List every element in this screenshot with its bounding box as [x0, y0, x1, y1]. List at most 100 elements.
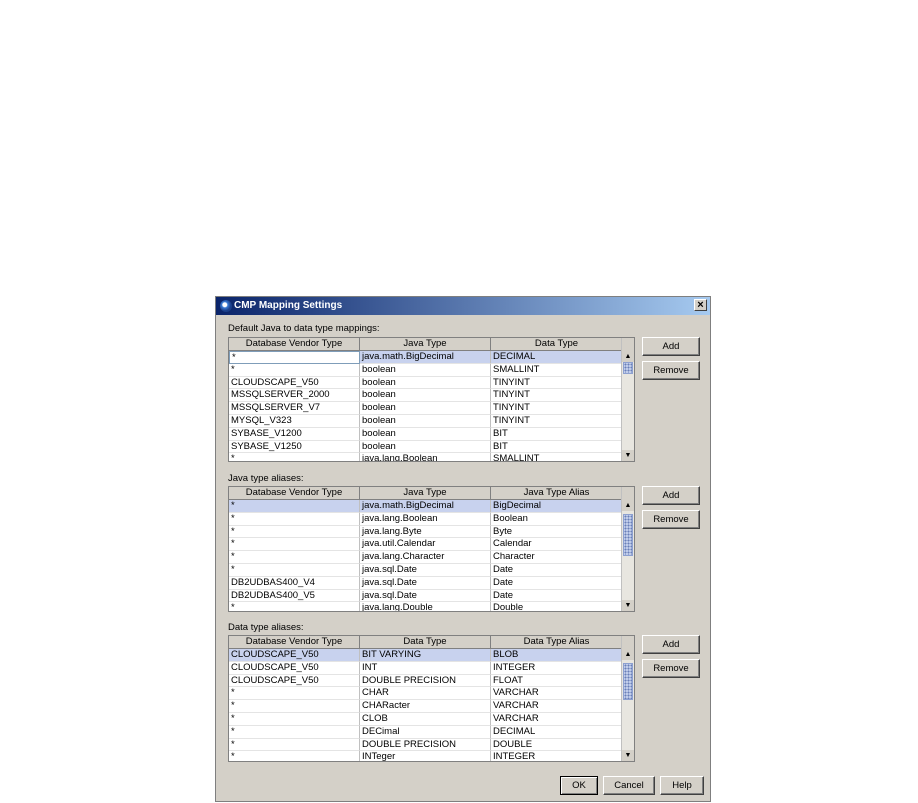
table-row[interactable]: MSSQLSERVER_2000 boolean TINYINT — [229, 389, 634, 403]
table-cell[interactable]: * — [229, 363, 360, 377]
table-row[interactable]: * java.lang.Double Double — [229, 602, 634, 611]
table-cell[interactable]: * — [229, 500, 360, 513]
table-row[interactable]: * java.util.Calendar Calendar — [229, 538, 634, 552]
table-cell[interactable]: DOUBLE — [491, 738, 623, 752]
table-row[interactable]: * CLOB VARCHAR — [229, 712, 634, 726]
table-row[interactable]: CLOUDSCAPE_V50 DOUBLE PRECISION FLOAT — [229, 674, 634, 688]
table-cell[interactable]: * — [229, 551, 360, 564]
column-header[interactable]: Database Vendor Type — [229, 487, 360, 499]
add-button[interactable]: Add — [642, 635, 700, 654]
table-cell[interactable]: * — [229, 602, 360, 611]
column-header[interactable]: Database Vendor Type — [229, 636, 360, 648]
table-row[interactable]: CLOUDSCAPE_V50 INT INTEGER — [229, 661, 634, 675]
column-header[interactable]: Data Type — [360, 636, 491, 648]
table-row[interactable]: DB2UDBAS400_V5 java.sql.Date Date — [229, 589, 634, 603]
table-cell[interactable]: DOUBLE PRECISION — [360, 674, 491, 688]
table-cell[interactable]: VARCHAR — [491, 700, 623, 713]
table-cell[interactable]: Calendar — [491, 538, 623, 552]
scroll-thumb[interactable] — [623, 663, 633, 700]
ok-button[interactable]: OK — [560, 776, 598, 795]
table-row[interactable]: * java.math.BigDecimal BigDecimal — [229, 500, 634, 513]
table-cell[interactable]: java.sql.Date — [360, 563, 491, 577]
table-cell[interactable]: java.util.Calendar — [360, 538, 491, 552]
table-cell[interactable]: CLOUDSCAPE_V50 — [229, 661, 360, 675]
table-cell[interactable]: * — [229, 712, 360, 726]
table-row[interactable]: CLOUDSCAPE_V50 BIT VARYING BLOB — [229, 649, 634, 662]
table-cell[interactable]: DECIMAL — [491, 725, 623, 739]
table-cell[interactable]: DOUBLE PRECISION — [360, 738, 491, 752]
table-cell[interactable]: java.lang.Boolean — [360, 512, 491, 526]
remove-button[interactable]: Remove — [642, 361, 700, 380]
table-cell[interactable]: MYSQL_V323 — [229, 414, 360, 428]
table-cell[interactable]: SYBASE_V1250 — [229, 440, 360, 454]
table-row[interactable]: DB2UDBAS400_V4 java.sql.Date Date — [229, 576, 634, 590]
table-cell[interactable]: Date — [491, 589, 623, 603]
scroll-up-icon[interactable]: ▲ — [622, 351, 634, 362]
table-cell[interactable]: VARCHAR — [491, 712, 623, 726]
table-cell[interactable]: * — [229, 687, 360, 701]
table-cell[interactable]: Date — [491, 576, 623, 590]
table-cell[interactable]: BLOB — [491, 649, 623, 662]
table-cell[interactable]: SMALLINT — [491, 363, 623, 377]
table-cell[interactable]: CHAR — [360, 687, 491, 701]
table-cell[interactable]: java.math.BigDecimal — [360, 500, 491, 513]
table-row[interactable]: * DECimal DECIMAL — [229, 725, 634, 739]
table-cell[interactable]: CLOUDSCAPE_V50 — [229, 376, 360, 390]
table-cell[interactable]: INT — [360, 661, 491, 675]
table-row[interactable]: * java.math.BigDecimal DECIMAL — [229, 351, 634, 364]
table-cell[interactable]: java.sql.Date — [360, 576, 491, 590]
scroll-thumb[interactable] — [623, 362, 633, 374]
table-cell[interactable]: boolean — [360, 389, 491, 403]
scroll-thumb[interactable] — [623, 514, 633, 556]
table-row[interactable]: * java.lang.Byte Byte — [229, 525, 634, 539]
table-cell[interactable]: java.lang.Boolean — [360, 453, 491, 461]
table-cell[interactable]: TINYINT — [491, 389, 623, 403]
table-cell[interactable]: java.math.BigDecimal — [360, 351, 491, 364]
table-cell[interactable]: CLOUDSCAPE_V50 — [229, 674, 360, 688]
table-cell[interactable]: java.lang.Double — [360, 602, 491, 611]
table-cell[interactable]: * — [229, 700, 360, 713]
vertical-scrollbar[interactable]: ▲ ▼ — [621, 636, 634, 761]
table-cell[interactable]: * — [229, 563, 360, 577]
column-header[interactable]: Java Type — [360, 338, 491, 350]
table-cell[interactable]: BIT — [491, 427, 623, 441]
table-row[interactable]: * CHARacter VARCHAR — [229, 700, 634, 713]
table-row[interactable]: * boolean SMALLINT — [229, 363, 634, 377]
table-row[interactable]: MYSQL_V323 boolean TINYINT — [229, 414, 634, 428]
scroll-down-icon[interactable]: ▼ — [622, 750, 634, 761]
add-button[interactable]: Add — [642, 337, 700, 356]
vertical-scrollbar[interactable]: ▲ ▼ — [621, 487, 634, 611]
vertical-scrollbar[interactable]: ▲ ▼ — [621, 338, 634, 461]
column-header[interactable]: Database Vendor Type — [229, 338, 360, 350]
table-cell[interactable]: * — [229, 525, 360, 539]
table-cell[interactable]: TINYINT — [491, 376, 623, 390]
remove-button[interactable]: Remove — [642, 510, 700, 529]
table-cell[interactable]: BigDecimal — [491, 500, 623, 513]
table-cell[interactable]: Date — [491, 563, 623, 577]
table-cell[interactable]: DECIMAL — [491, 351, 623, 364]
table-cell[interactable]: BIT — [491, 440, 623, 454]
table-row[interactable]: * CHAR VARCHAR — [229, 687, 634, 701]
table-row[interactable]: MSSQLSERVER_V7 boolean TINYINT — [229, 402, 634, 415]
table-cell[interactable]: FLOAT — [491, 674, 623, 688]
table-cell[interactable]: * — [229, 351, 360, 364]
column-header[interactable]: Data Type Alias — [491, 636, 623, 648]
table-cell[interactable]: * — [229, 751, 360, 761]
column-header[interactable]: Java Type Alias — [491, 487, 623, 499]
table-cell[interactable]: Byte — [491, 525, 623, 539]
table-cell[interactable]: MSSQLSERVER_2000 — [229, 389, 360, 403]
table-cell[interactable]: java.lang.Character — [360, 551, 491, 564]
table-row[interactable]: CLOUDSCAPE_V50 boolean TINYINT — [229, 376, 634, 390]
table-cell[interactable]: INTEGER — [491, 751, 623, 761]
table-cell[interactable]: * — [229, 738, 360, 752]
table-cell[interactable]: DECimal — [360, 725, 491, 739]
add-button[interactable]: Add — [642, 486, 700, 505]
help-button[interactable]: Help — [660, 776, 704, 795]
table-cell[interactable]: INTEGER — [491, 661, 623, 675]
table-cell[interactable]: CLOB — [360, 712, 491, 726]
table-cell[interactable]: * — [229, 725, 360, 739]
table-cell[interactable]: SMALLINT — [491, 453, 623, 461]
scroll-down-icon[interactable]: ▼ — [622, 600, 634, 611]
scroll-down-icon[interactable]: ▼ — [622, 450, 634, 461]
table-cell[interactable]: * — [229, 453, 360, 461]
